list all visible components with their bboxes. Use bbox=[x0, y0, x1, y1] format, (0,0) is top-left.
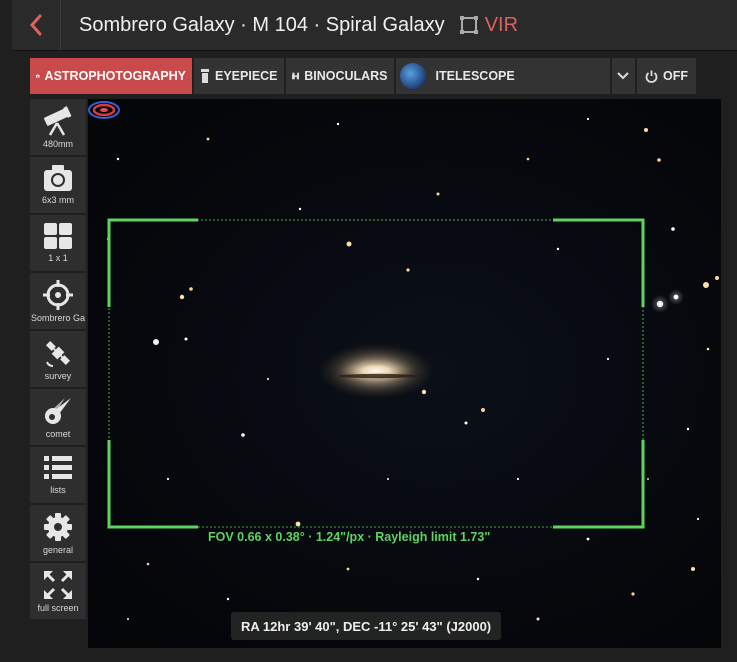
itelescope-logo-icon bbox=[399, 63, 426, 89]
camera-icon bbox=[36, 74, 40, 78]
object-title: Sombrero Galaxy · M 104 · Spiral Galaxy bbox=[79, 13, 445, 36]
comet-tool-label: comet bbox=[45, 429, 71, 439]
fullscreen-tool[interactable]: full screen bbox=[30, 563, 86, 619]
mode-astrophotography-label: ASTROPHOTOGRAPHY bbox=[44, 69, 186, 83]
camera-tool-label: 6x3 mm bbox=[41, 195, 74, 205]
mode-astrophotography[interactable]: ASTROPHOTOGRAPHY bbox=[30, 58, 194, 94]
fov-info: FOV 0.66 x 0.38° · 1.24"/px · Rayleigh l… bbox=[208, 530, 491, 544]
gear-icon bbox=[44, 513, 72, 541]
target-tool[interactable]: Sombrero Ga bbox=[30, 273, 86, 329]
comet-tool[interactable]: comet bbox=[30, 389, 86, 445]
title-bar: Sombrero Galaxy · M 104 · Spiral Galaxy … bbox=[12, 0, 737, 51]
comet-icon bbox=[45, 398, 71, 424]
mode-binoculars[interactable]: BINOCULARS bbox=[285, 58, 396, 94]
telescope-dropdown[interactable] bbox=[611, 58, 637, 94]
list-icon bbox=[44, 456, 72, 479]
galaxy-logo-icon[interactable] bbox=[88, 99, 120, 121]
mode-binoculars-label: BINOCULARS bbox=[304, 69, 388, 83]
off-label: OFF bbox=[663, 69, 688, 83]
mosaic-tool-label: 1 x 1 bbox=[48, 253, 68, 263]
mode-eyepiece[interactable]: EYEPIECE bbox=[194, 58, 286, 94]
lists-tool[interactable]: lists bbox=[30, 447, 86, 503]
mode-telescope[interactable]: ITELESCOPE bbox=[395, 58, 612, 94]
fullscreen-icon bbox=[44, 571, 72, 599]
back-button[interactable] bbox=[12, 0, 61, 50]
mode-bar: ASTROPHOTOGRAPHY EYEPIECE BINOCULARS ITE… bbox=[30, 58, 698, 94]
vir-label: VIR bbox=[484, 13, 519, 36]
chevron-left-icon bbox=[29, 14, 42, 36]
grid-icon bbox=[44, 223, 72, 249]
coordinates-readout: RA 12hr 39' 40", DEC -11° 25' 43" (J2000… bbox=[231, 612, 502, 640]
mosaic-tool[interactable]: 1 x 1 bbox=[30, 215, 86, 271]
camera-tool[interactable]: 6x3 mm bbox=[30, 157, 86, 213]
off-button[interactable]: OFF bbox=[637, 58, 698, 94]
lists-tool-label: lists bbox=[50, 485, 66, 495]
mode-telescope-label: ITELESCOPE bbox=[435, 69, 515, 83]
telescope-tool[interactable]: 480mm bbox=[30, 99, 86, 155]
satellite-icon bbox=[45, 340, 71, 367]
crosshair-icon bbox=[43, 280, 73, 310]
target-tool-label: Sombrero Ga bbox=[30, 313, 86, 323]
eyepiece-icon bbox=[201, 69, 209, 83]
survey-tool[interactable]: survey bbox=[30, 331, 86, 387]
general-tool[interactable]: general bbox=[30, 505, 86, 561]
telescope-icon bbox=[44, 106, 72, 136]
power-icon bbox=[645, 70, 658, 83]
sky-view[interactable]: FOV 0.66 x 0.38° · 1.24"/px · Rayleigh l… bbox=[88, 99, 721, 648]
vir-button[interactable]: VIR bbox=[459, 14, 518, 37]
fullscreen-tool-label: full screen bbox=[37, 603, 79, 613]
frame-icon bbox=[459, 16, 478, 34]
chevron-down-icon bbox=[617, 72, 630, 80]
galaxy bbox=[318, 343, 434, 399]
survey-tool-label: survey bbox=[44, 371, 72, 381]
camera-icon bbox=[44, 165, 72, 191]
tool-sidebar: 480mm 6x3 mm 1 x 1 Sombrero Ga survey co… bbox=[30, 99, 88, 621]
general-tool-label: general bbox=[42, 545, 74, 555]
binoculars-icon bbox=[291, 72, 300, 80]
mode-eyepiece-label: EYEPIECE bbox=[215, 69, 278, 83]
star-field bbox=[106, 117, 719, 630]
telescope-tool-label: 480mm bbox=[42, 139, 73, 149]
